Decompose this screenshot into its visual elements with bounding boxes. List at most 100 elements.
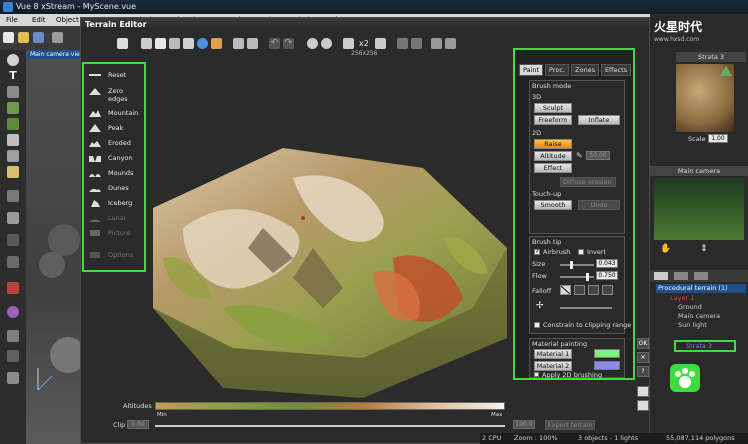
- paste-icon[interactable]: [155, 38, 166, 49]
- import-icon[interactable]: [52, 32, 63, 43]
- mountain-preview-icon[interactable]: [445, 38, 456, 49]
- rock-icon[interactable]: [7, 134, 19, 146]
- camera-preview[interactable]: [654, 178, 744, 240]
- tool-reset[interactable]: Reset: [84, 68, 144, 82]
- sphere-view-icon[interactable]: [183, 38, 194, 49]
- material2-button[interactable]: Material 2: [534, 361, 572, 371]
- altitude-value-field[interactable]: 50.00: [586, 151, 610, 160]
- tool-iceberg[interactable]: Iceberg: [84, 196, 144, 210]
- slider-knob[interactable]: [585, 273, 589, 281]
- apply2d-checkbox[interactable]: [534, 372, 539, 377]
- sphere-icon[interactable]: [7, 54, 19, 66]
- camera-icon[interactable]: [7, 190, 19, 202]
- falloff-slider[interactable]: [560, 307, 612, 309]
- effect-button[interactable]: Effect: [534, 163, 572, 173]
- falloff-linear-icon[interactable]: [560, 285, 571, 295]
- cube-icon[interactable]: [7, 86, 19, 98]
- links-tab[interactable]: [694, 272, 708, 280]
- cancel-button[interactable]: ✕: [637, 352, 649, 363]
- pin-icon[interactable]: ✢: [536, 301, 544, 311]
- terrain-preview[interactable]: [143, 58, 509, 402]
- tool-mounds[interactable]: Mounds: [84, 166, 144, 180]
- material1-swatch[interactable]: [594, 349, 620, 358]
- effect-select[interactable]: Diffuse erosion: [560, 177, 616, 187]
- material1-button[interactable]: Material 1: [534, 349, 572, 359]
- size-value-field[interactable]: 0.043: [596, 259, 618, 268]
- save-icon[interactable]: [33, 32, 44, 43]
- clipboard-paste-icon[interactable]: [247, 38, 258, 49]
- grid-icon[interactable]: [397, 38, 408, 49]
- size-slider[interactable]: [560, 261, 594, 269]
- erosion-icon[interactable]: [431, 38, 442, 49]
- resolution-down-icon[interactable]: [343, 38, 354, 49]
- clip-slider[interactable]: [155, 425, 505, 427]
- falloff-flat-icon[interactable]: [602, 285, 613, 295]
- new-file-icon[interactable]: [3, 32, 14, 43]
- undo-button[interactable]: Undo: [578, 200, 620, 210]
- undo-icon[interactable]: ↶: [269, 38, 280, 49]
- tree-item-layer[interactable]: Layer 1: [670, 294, 694, 302]
- tab-effects[interactable]: Effects: [601, 64, 631, 76]
- tab-procedural[interactable]: Proc.: [545, 64, 569, 76]
- link-icon[interactable]: [7, 282, 19, 294]
- material2-swatch[interactable]: [594, 361, 620, 370]
- raise-button[interactable]: Raise: [534, 139, 572, 149]
- globe-icon[interactable]: [197, 38, 208, 49]
- tool-mountain[interactable]: Mountain: [84, 106, 144, 120]
- clipboard-copy-icon[interactable]: [233, 38, 244, 49]
- redo-icon[interactable]: ↷: [283, 38, 294, 49]
- menu-file[interactable]: File: [6, 14, 18, 26]
- flow-value-field[interactable]: 0.750: [596, 271, 618, 280]
- export-terrain-button[interactable]: Export terrain: [545, 420, 595, 430]
- smooth-button[interactable]: Smooth: [534, 200, 572, 210]
- boolean-icon[interactable]: [7, 234, 19, 246]
- falloff-smooth-icon[interactable]: [574, 285, 585, 295]
- duplicate-icon[interactable]: [169, 38, 180, 49]
- metablob-icon[interactable]: [7, 256, 19, 268]
- constrain-checkbox[interactable]: [534, 322, 540, 328]
- inflate-button[interactable]: Inflate: [578, 115, 620, 125]
- tile-icon[interactable]: [411, 38, 422, 49]
- invert-checkbox[interactable]: [578, 249, 584, 255]
- clip-low-field[interactable]: 0.00: [127, 420, 149, 429]
- text-icon[interactable]: T: [7, 70, 19, 82]
- tool-peak[interactable]: Peak: [84, 121, 144, 135]
- flow-slider[interactable]: [560, 273, 594, 281]
- sculpt-button[interactable]: Sculpt: [534, 103, 572, 113]
- freeform-button[interactable]: Freeform: [534, 115, 572, 125]
- preview-icon[interactable]: [211, 38, 222, 49]
- tree-icon[interactable]: [7, 118, 19, 130]
- eyedropper-icon[interactable]: ✎: [576, 151, 583, 160]
- zoom-out-icon[interactable]: [321, 38, 332, 49]
- altitude-gradient[interactable]: [155, 402, 505, 410]
- clip-high-field[interactable]: 100.0: [513, 420, 535, 429]
- materials-tab[interactable]: [674, 272, 688, 280]
- open-folder-icon[interactable]: [18, 32, 29, 43]
- move-icon[interactable]: [117, 38, 128, 49]
- tree-item-main-camera[interactable]: Main camera: [678, 312, 720, 320]
- viewport-main-camera[interactable]: Main camera view: [26, 50, 82, 444]
- menu-edit[interactable]: Edit: [32, 14, 46, 26]
- scale-value-field[interactable]: 1.00: [708, 134, 728, 143]
- tool-dunes[interactable]: Dunes: [84, 181, 144, 195]
- ok-button[interactable]: OK: [637, 338, 649, 349]
- tool-eroded[interactable]: Eroded: [84, 136, 144, 150]
- altitude-button[interactable]: Altitude: [534, 151, 572, 161]
- tool-canyon[interactable]: Canyon: [84, 151, 144, 165]
- light-icon[interactable]: [7, 166, 19, 178]
- tree-item-sun-light[interactable]: Sun light: [678, 321, 707, 329]
- falloff-sharp-icon[interactable]: [588, 285, 599, 295]
- slider-knob[interactable]: [570, 261, 574, 269]
- tab-paint[interactable]: Paint: [519, 64, 543, 76]
- menu-object[interactable]: Object: [56, 14, 79, 26]
- move-camera-icon[interactable]: ⇕: [700, 244, 708, 254]
- save-terrain-icon[interactable]: [637, 386, 649, 397]
- tree-item-strata[interactable]: Strata 3: [674, 340, 736, 352]
- pan-icon[interactable]: ✋: [660, 244, 671, 254]
- airbrush-checkbox[interactable]: ✓: [534, 249, 540, 255]
- help-button[interactable]: ?: [637, 366, 649, 377]
- resolution-up-icon[interactable]: [375, 38, 386, 49]
- tab-zones[interactable]: Zones: [571, 64, 599, 76]
- material-icon[interactable]: [7, 306, 19, 318]
- terrain-icon[interactable]: [7, 102, 19, 114]
